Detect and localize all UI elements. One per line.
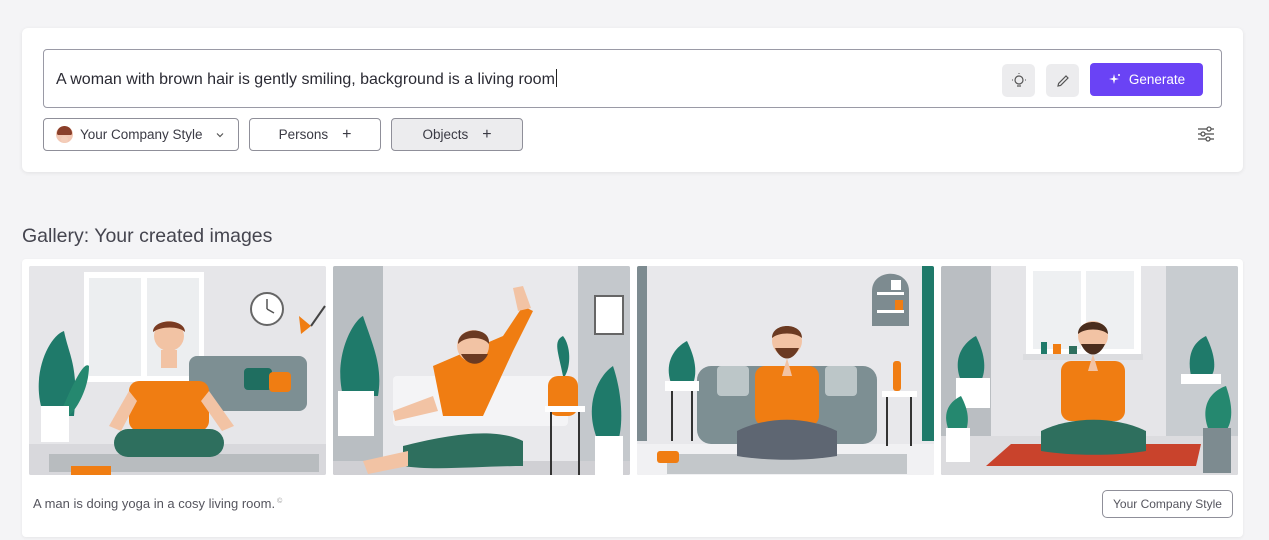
prompt-panel: A woman with brown hair is gently smilin…: [22, 28, 1243, 172]
gallery-caption: A man is doing yoga in a cosy living roo…: [33, 496, 276, 511]
style-select[interactable]: Your Company Style: [43, 118, 239, 151]
gallery-title: Gallery: Your created images: [22, 225, 273, 247]
avatar-icon: [56, 126, 73, 143]
generate-label: Generate: [1128, 72, 1186, 87]
sliders-icon[interactable]: [1196, 125, 1216, 143]
gallery-image-3[interactable]: [637, 266, 934, 475]
lightbulb-icon: [1011, 72, 1026, 87]
sparkle-icon: [1108, 74, 1120, 84]
gallery-panel: A man is doing yoga in a cosy living roo…: [22, 259, 1243, 537]
prompt-input[interactable]: A woman with brown hair is gently smilin…: [43, 49, 1222, 108]
persons-label: Persons: [278, 127, 329, 142]
plus-icon: +: [482, 125, 492, 143]
generate-button[interactable]: Generate: [1090, 63, 1203, 96]
gallery-image-1[interactable]: [29, 266, 326, 475]
prompt-text: A woman with brown hair is gently smilin…: [56, 71, 555, 88]
objects-button[interactable]: Objects +: [391, 118, 523, 151]
ideas-button[interactable]: [1002, 64, 1035, 97]
objects-label: Objects: [422, 127, 469, 142]
gallery-image-4[interactable]: [941, 266, 1238, 475]
text-caret: [555, 69, 557, 87]
gallery-image-2[interactable]: [333, 266, 630, 475]
edit-button[interactable]: [1046, 64, 1079, 97]
style-tag[interactable]: Your Company Style: [1102, 490, 1233, 518]
plus-icon: +: [342, 125, 352, 143]
persons-button[interactable]: Persons +: [249, 118, 381, 151]
style-label: Your Company Style: [80, 127, 203, 142]
caption-mark: ©: [277, 498, 283, 505]
pencil-icon: [1056, 74, 1069, 87]
chevron-down-icon: [216, 132, 224, 137]
